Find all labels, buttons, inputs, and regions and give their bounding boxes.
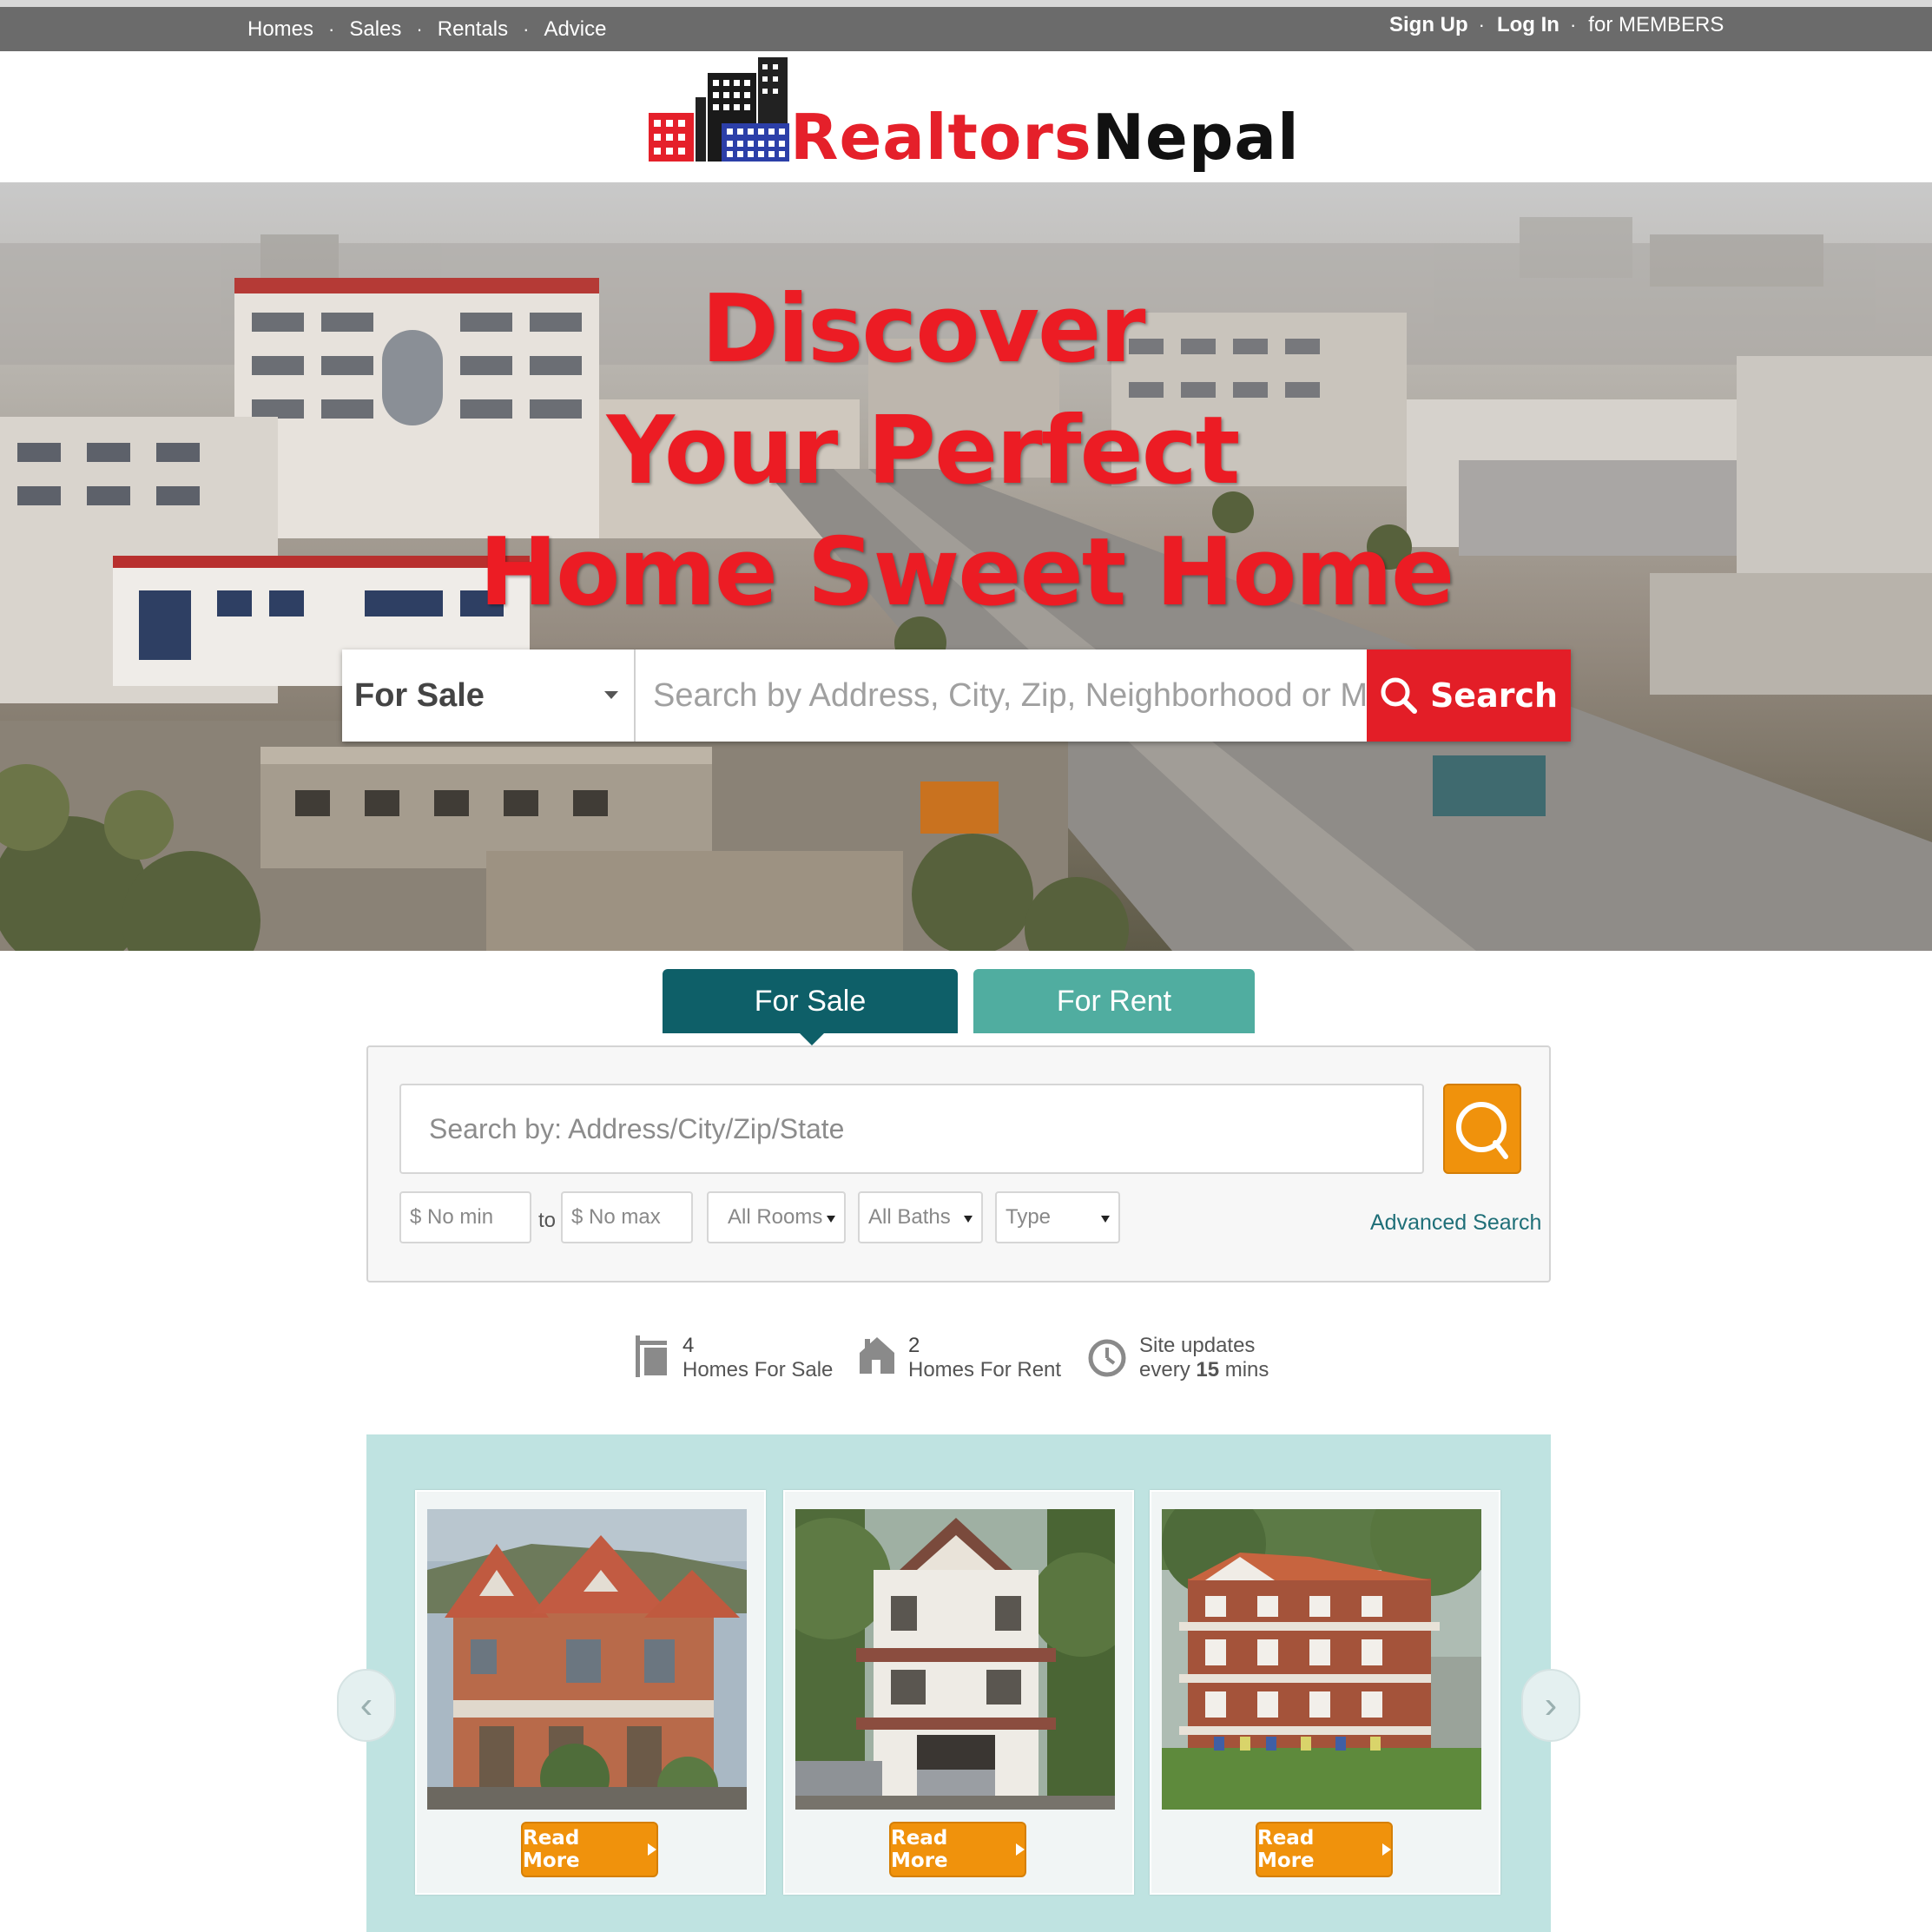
read-more-button[interactable]: Read More <box>521 1822 658 1877</box>
listing-photo[interactable] <box>1162 1509 1481 1810</box>
caret-down-icon <box>604 691 618 699</box>
headline-line-1: Discover <box>701 275 1145 384</box>
nav-link-homes[interactable]: Homes <box>247 17 313 42</box>
hero-banner: Discover Your Perfect Home Sweet Home Fo… <box>0 182 1932 951</box>
stat-updates-line1: Site updates <box>1139 1334 1256 1357</box>
main-nav: Homes · Sales · Rentals · Advice <box>247 17 606 42</box>
stat-updates-text: Site updates every 15 mins <box>1139 1334 1269 1382</box>
chevron-right-icon: › <box>1544 1684 1558 1726</box>
filter-search-input[interactable] <box>399 1084 1424 1174</box>
signup-link[interactable]: Sign Up <box>1389 13 1468 37</box>
logo-text-realtors: Realtors <box>790 101 1092 174</box>
hero-search-button[interactable]: Search <box>1367 649 1571 742</box>
baths-select-value: All Baths <box>868 1205 951 1229</box>
stat-updates-suffix: mins <box>1224 1358 1269 1381</box>
logo-wordmark: RealtorsNepal <box>790 106 1300 168</box>
headline-line-3: Home Sweet Home <box>478 518 1455 627</box>
stat-sale-label: Homes For Sale <box>682 1358 834 1381</box>
house-photo-1 <box>427 1509 747 1810</box>
active-tab-pointer <box>800 1033 824 1045</box>
nav-link-rentals[interactable]: Rentals <box>438 17 508 42</box>
listing-card[interactable]: Read More <box>1150 1490 1500 1895</box>
stat-updates-prefix: every <box>1139 1358 1190 1381</box>
arrow-right-icon <box>1016 1843 1025 1856</box>
members-label: for MEMBERS <box>1588 13 1724 36</box>
tab-for-rent[interactable]: For Rent <box>973 969 1255 1033</box>
caret-down-icon <box>1101 1216 1110 1223</box>
buildings-logo-icon <box>649 57 789 162</box>
house-icon <box>860 1337 894 1374</box>
login-link[interactable]: Log In <box>1497 13 1559 37</box>
arrow-right-icon <box>1382 1843 1391 1856</box>
search-icon <box>1381 677 1417 714</box>
top-nav-bar: Homes · Sales · Rentals · Advice Sign Up… <box>0 0 1932 51</box>
nav-separator: · <box>1569 14 1577 36</box>
price-to-label: to <box>538 1209 557 1232</box>
listing-type-select[interactable]: For Sale <box>342 649 636 742</box>
for-sale-sign-icon <box>636 1335 667 1377</box>
price-max-field[interactable]: $ No max <box>561 1191 693 1243</box>
caret-down-icon <box>827 1216 835 1223</box>
read-more-label: Read More <box>1257 1827 1315 1872</box>
nav-separator: · <box>328 18 335 40</box>
stat-sale-count: 4 <box>682 1334 695 1357</box>
featured-listings: Read More Read More Read More <box>366 1434 1551 1932</box>
baths-select[interactable]: All Baths <box>858 1191 983 1243</box>
nav-link-sales[interactable]: Sales <box>349 17 401 42</box>
listing-photo[interactable] <box>795 1509 1115 1810</box>
clock-icon <box>1088 1339 1126 1377</box>
logo-text-nepal: Nepal <box>1091 101 1300 174</box>
read-more-label: Read More <box>523 1827 580 1872</box>
read-more-label: Read More <box>891 1827 948 1872</box>
listing-type-value: For Sale <box>354 676 485 714</box>
caret-down-icon <box>964 1216 973 1223</box>
carousel-next-button[interactable]: › <box>1521 1669 1580 1742</box>
site-logo[interactable]: RealtorsNepal <box>647 54 1411 180</box>
nav-separator: · <box>416 18 423 40</box>
chevron-left-icon: ‹ <box>359 1684 373 1726</box>
stat-rent-label: Homes For Rent <box>908 1358 1062 1381</box>
headline-line-2: Your Perfect <box>606 397 1241 505</box>
nav-link-advice[interactable]: Advice <box>544 17 606 42</box>
account-links: Sign Up · Log In · for MEMBERS <box>1389 13 1724 37</box>
stat-rent-count: 2 <box>908 1334 920 1357</box>
price-min-field[interactable]: $ No min <box>399 1191 531 1243</box>
magnifier-icon <box>1456 1102 1508 1159</box>
type-select[interactable]: Type <box>995 1191 1120 1243</box>
tab-for-sale[interactable]: For Sale <box>663 969 958 1033</box>
nav-separator: · <box>1478 14 1485 36</box>
hero-headline: Discover Your Perfect Home Sweet Home <box>0 269 1932 634</box>
stat-sale-text: 4 Homes For Sale <box>682 1334 833 1382</box>
stat-homes-for-rent: 2 Homes For Rent <box>858 1334 1061 1382</box>
advanced-search-link[interactable]: Advanced Search <box>1370 1210 1541 1236</box>
carousel-prev-button[interactable]: ‹ <box>337 1669 396 1742</box>
type-select-value: Type <box>1006 1205 1052 1229</box>
hero-search-button-label: Search <box>1429 676 1559 715</box>
read-more-button[interactable]: Read More <box>1256 1822 1393 1877</box>
listing-card[interactable]: Read More <box>415 1490 766 1895</box>
listing-card[interactable]: Read More <box>783 1490 1134 1895</box>
house-photo-3 <box>1162 1509 1481 1810</box>
hero-search-input[interactable] <box>636 649 1367 742</box>
rooms-select-value: All Rooms <box>728 1205 823 1229</box>
rooms-select[interactable]: All Rooms <box>707 1191 846 1243</box>
stat-rent-text: 2 Homes For Rent <box>908 1334 1061 1382</box>
stat-updates-line2: every 15 mins <box>1139 1358 1269 1382</box>
filter-search-button[interactable] <box>1443 1084 1521 1174</box>
stat-site-updates: Site updates every 15 mins <box>1087 1334 1269 1382</box>
read-more-button[interactable]: Read More <box>889 1822 1026 1877</box>
arrow-right-icon <box>648 1843 656 1856</box>
nav-separator: · <box>523 18 530 40</box>
search-filter-panel: $ No min to $ No max All Rooms All Baths… <box>366 1045 1551 1283</box>
stat-homes-for-sale: 4 Homes For Sale <box>632 1334 833 1382</box>
stat-updates-minutes: 15 <box>1196 1358 1220 1381</box>
hero-search-bar: For Sale Search <box>342 649 1571 742</box>
house-photo-2 <box>795 1509 1115 1810</box>
listing-photo[interactable] <box>427 1509 747 1810</box>
